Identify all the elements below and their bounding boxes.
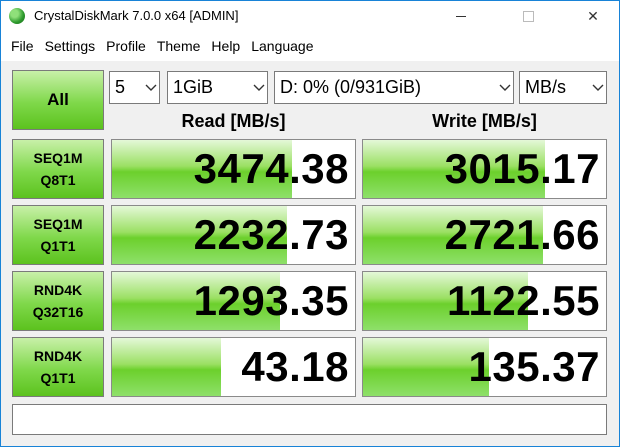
chevron-down-icon xyxy=(143,72,159,103)
test-params: Q8T1 xyxy=(40,172,76,188)
chevron-down-icon xyxy=(251,72,267,103)
read-column-header: Read [MB/s] xyxy=(181,111,286,131)
test-size-select[interactable]: 1GiB xyxy=(167,71,268,104)
test-button-seq1m-q1t1[interactable]: SEQ1M Q1T1 xyxy=(12,205,104,265)
write-result: 135.37 xyxy=(362,337,607,397)
close-button[interactable]: ✕ xyxy=(570,1,616,32)
write-column-header: Write [MB/s] xyxy=(432,111,537,131)
test-params: Q32T16 xyxy=(32,304,84,320)
test-button-rnd4k-q1t1[interactable]: RND4K Q1T1 xyxy=(12,337,104,397)
read-result: 3474.38 xyxy=(111,139,356,199)
maximize-icon xyxy=(522,11,534,22)
test-count-select[interactable]: 5 xyxy=(109,71,160,104)
test-name: SEQ1M xyxy=(33,216,83,232)
test-name: SEQ1M xyxy=(33,150,83,166)
menu-settings[interactable]: Settings xyxy=(32,35,96,57)
write-value: 2721.66 xyxy=(444,211,600,258)
write-value: 135.37 xyxy=(468,343,600,390)
read-progress-bar xyxy=(112,338,222,396)
chevron-down-icon xyxy=(497,72,513,103)
test-params: Q1T1 xyxy=(40,370,76,386)
test-count-value: 5 xyxy=(115,77,126,97)
read-result: 43.18 xyxy=(111,337,356,397)
benchmark-panel: All 5 1GiB D: 0% (0/931GiB) MB/s Read [M… xyxy=(1,61,619,446)
menu-help[interactable]: Help xyxy=(198,35,240,57)
read-value: 1293.35 xyxy=(193,277,349,324)
maximize-button[interactable] xyxy=(505,1,551,32)
minimize-button[interactable] xyxy=(438,1,484,32)
write-result: 2721.66 xyxy=(362,205,607,265)
window-title: CrystalDiskMark 7.0.0 x64 [ADMIN] xyxy=(34,8,239,23)
run-all-button[interactable]: All xyxy=(12,70,104,130)
close-icon: ✕ xyxy=(587,8,599,24)
write-value: 1122.55 xyxy=(446,277,600,324)
menu-bar: File Settings Profile Theme Help Languag… xyxy=(1,35,314,57)
app-window: CrystalDiskMark 7.0.0 x64 [ADMIN] ✕ File… xyxy=(0,0,620,447)
test-name: RND4K xyxy=(33,282,83,298)
title-bar[interactable]: CrystalDiskMark 7.0.0 x64 [ADMIN] ✕ xyxy=(1,1,619,32)
read-result: 1293.35 xyxy=(111,271,356,331)
unit-select[interactable]: MB/s xyxy=(519,71,607,104)
menu-file[interactable]: File xyxy=(1,35,34,57)
test-button-rnd4k-q32t16[interactable]: RND4K Q32T16 xyxy=(12,271,104,331)
test-size-value: 1GiB xyxy=(173,77,214,97)
write-result: 3015.17 xyxy=(362,139,607,199)
write-value: 3015.17 xyxy=(444,145,600,192)
drive-value: D: 0% (0/931GiB) xyxy=(280,77,422,97)
chevron-down-icon xyxy=(590,72,606,103)
read-result: 2232.73 xyxy=(111,205,356,265)
test-params: Q1T1 xyxy=(40,238,76,254)
read-value: 2232.73 xyxy=(193,211,349,258)
unit-value: MB/s xyxy=(525,77,567,97)
test-name: RND4K xyxy=(33,348,83,364)
read-value: 3474.38 xyxy=(193,145,349,192)
crystaldiskmark-logo-icon xyxy=(9,8,25,24)
drive-select[interactable]: D: 0% (0/931GiB) xyxy=(274,71,514,104)
minimize-icon xyxy=(456,16,466,17)
menu-profile[interactable]: Profile xyxy=(93,35,146,57)
test-button-seq1m-q8t1[interactable]: SEQ1M Q8T1 xyxy=(12,139,104,199)
menu-language[interactable]: Language xyxy=(238,35,313,57)
read-value: 43.18 xyxy=(241,343,349,390)
menu-theme[interactable]: Theme xyxy=(144,35,201,57)
write-result: 1122.55 xyxy=(362,271,607,331)
status-comment-field[interactable] xyxy=(12,404,607,435)
